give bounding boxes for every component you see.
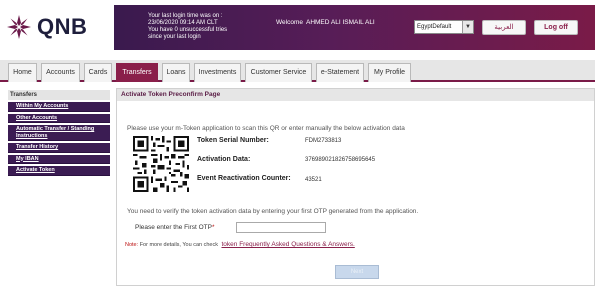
activation-data-value: 37698902182675869564​5 (305, 157, 376, 163)
tab-my-profile[interactable]: My Profile (368, 63, 411, 82)
sidebar-item-transfer-history[interactable]: Transfer History (8, 143, 110, 153)
required-mark: * (211, 224, 215, 231)
login-info-line: Your last login time was on : (148, 13, 223, 19)
next-button[interactable]: Next (335, 265, 379, 279)
chevron-down-icon[interactable]: ▼ (462, 21, 473, 33)
token-serial-value: FDM2733813 (305, 138, 342, 144)
header-banner: Your last login time was on : 23/06/2020… (114, 5, 595, 50)
sidebar-item-my-iban[interactable]: My IBAN (8, 154, 110, 164)
scan-instruction: Please use your m-Token application to s… (127, 125, 405, 132)
qnb-logo-icon (7, 15, 31, 39)
page-title: Activate Token Preconfirm Page (117, 89, 594, 101)
tab-transfers[interactable]: Transfers (116, 63, 158, 82)
tab-investments[interactable]: Investments (194, 63, 241, 82)
sidebar: Transfers Within My Accounts Other Accou… (8, 90, 110, 176)
reactivation-counter-label: Event Reactivation Counter: (197, 175, 291, 182)
header: QNB Your last login time was on : 23/06/… (0, 0, 595, 52)
tab-cards[interactable]: Cards (84, 63, 112, 82)
faq-link[interactable]: token Frequently Asked Questions & Answe… (221, 241, 354, 248)
welcome-label: Welcome (276, 19, 303, 26)
otp-label: Please enter the First OTP* (135, 224, 214, 231)
sidebar-title: Transfers (8, 90, 110, 100)
activation-data-label: Activation Data: (197, 156, 251, 163)
token-serial-label: Token Serial Number: (197, 137, 269, 144)
language-select[interactable]: EgyptDefault ▼ (414, 20, 474, 34)
login-info-line: You have 0 unsuccessful tries (148, 27, 228, 33)
tab-customer-service[interactable]: Customer Service (245, 63, 312, 82)
otp-label-text: Please enter the First OTP (135, 224, 212, 231)
language-select-value: EgyptDefault (417, 24, 452, 30)
brand-name: QNB (37, 14, 88, 39)
sidebar-item-automatic-transfer[interactable]: Automatic Transfer / Standing Instructio… (8, 125, 110, 141)
main-navigation: Home Accounts Cards Transfers Loans Inve… (0, 60, 595, 82)
tab-home[interactable]: Home (8, 63, 37, 82)
reactivation-counter-value: 43521 (305, 177, 322, 183)
note: Note: For more details, You can check to… (125, 241, 355, 248)
qr-code-icon (133, 136, 189, 192)
login-info-line: 23/06/2020 09:14 AM CLT (148, 20, 218, 26)
note-text: For more details, You can check (139, 242, 218, 248)
last-login-info: Your last login time was on : 23/06/2020… (148, 13, 288, 41)
sidebar-item-activate-token[interactable]: Activate Token (8, 166, 110, 176)
login-info-line: since your last login (148, 34, 201, 40)
main-panel: Activate Token Preconfirm Page Please us… (116, 88, 595, 286)
tab-loans[interactable]: Loans (162, 63, 190, 82)
first-otp-input[interactable] (236, 222, 326, 233)
arabic-language-button[interactable]: العربية (482, 20, 526, 35)
sidebar-item-other-accounts[interactable]: Other Accounts (8, 113, 110, 123)
note-head: Note: (125, 242, 139, 248)
tab-accounts[interactable]: Accounts (41, 63, 80, 82)
logoff-button[interactable]: Log off (534, 20, 578, 35)
verify-instruction: You need to verify the token activation … (127, 208, 419, 215)
user-name: AHMED ALI ISMAIL ALI (305, 19, 375, 26)
welcome-message: Welcome AHMED ALI ISMAIL ALI (276, 19, 378, 26)
tab-e-statement[interactable]: e-Statement (316, 63, 364, 82)
qnb-logo[interactable]: QNB (6, 10, 114, 44)
sidebar-item-within-my-accounts[interactable]: Within My Accounts (8, 102, 110, 112)
